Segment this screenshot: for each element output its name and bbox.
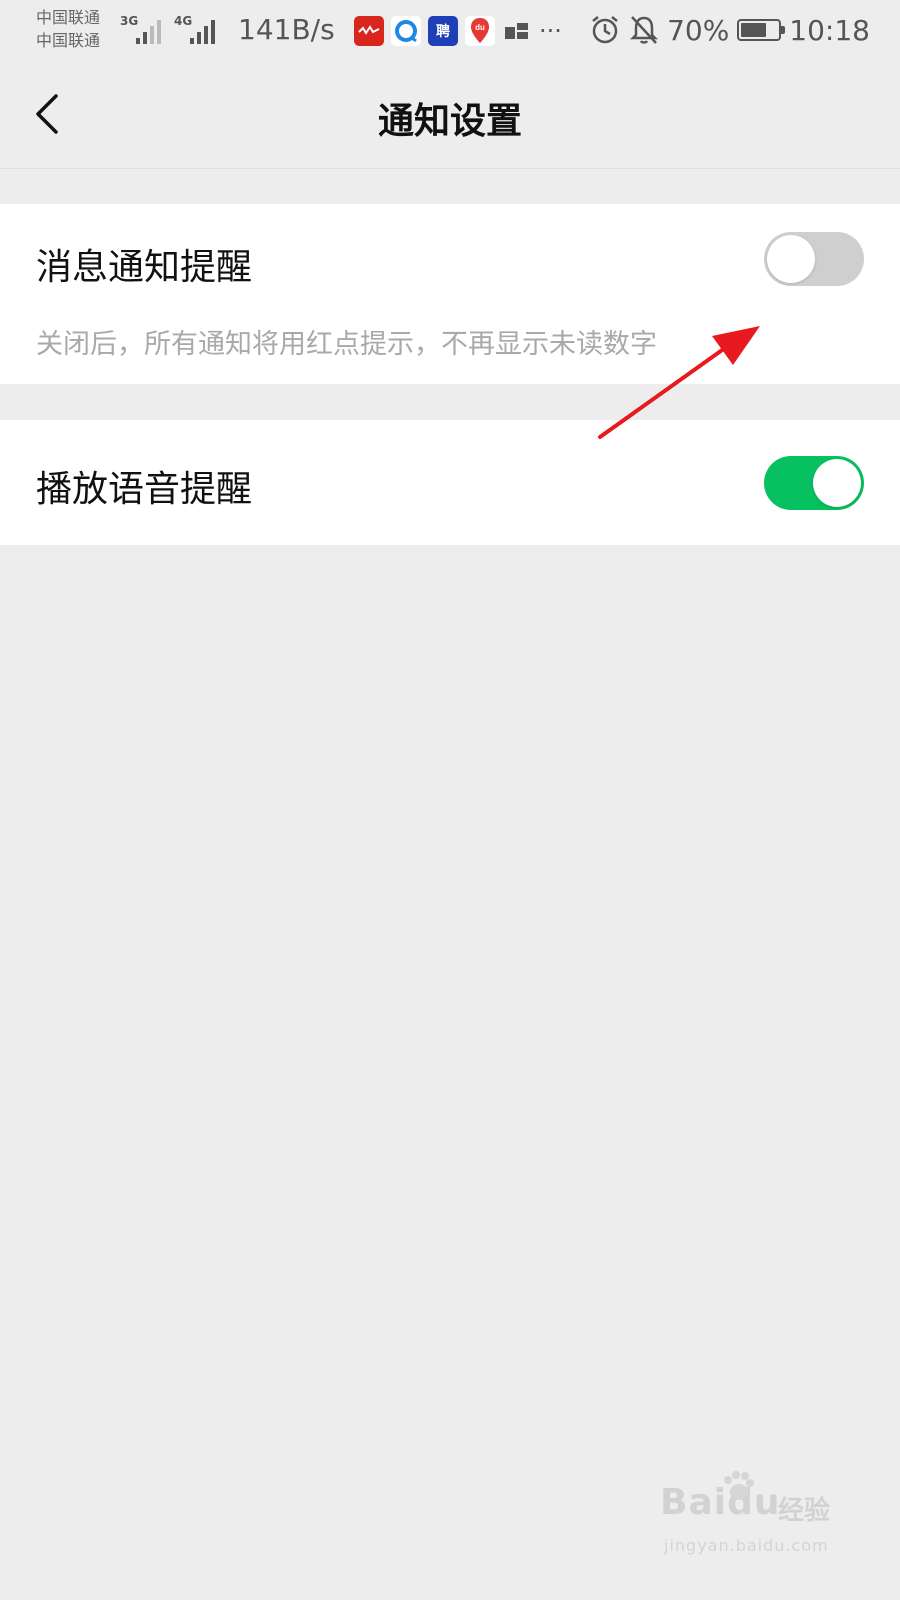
message-notification-toggle[interactable] (764, 232, 864, 286)
page-title: 通知设置 (377, 101, 522, 142)
battery-icon (737, 19, 786, 41)
watermark-sub: 经验 (778, 1496, 831, 1526)
maps-app-icon: du (465, 16, 495, 46)
nav-header: 通知设置 (0, 62, 900, 169)
carrier-info: 中国联通 中国联通 (36, 6, 100, 52)
battery-percent: 70% (667, 13, 730, 47)
more-notifications: ··· (539, 17, 562, 45)
clock: 10:18 (789, 13, 870, 47)
status-bar: 中国联通 中国联通 3G 4G 141B/s 聘 du ··· 70% 10:1… (0, 0, 900, 62)
mute-bell-icon (630, 16, 659, 44)
message-notification-setting: 消息通知提醒 关闭后，所有通知将用红点提示，不再显示未读数字 (0, 204, 900, 384)
voice-reminder-toggle[interactable] (764, 456, 864, 510)
toggle-knob (767, 235, 815, 283)
svg-text:du: du (475, 23, 485, 32)
baidu-jingyan-watermark: Baidu 经验 jingyan.baidu.com (660, 1470, 860, 1580)
message-notification-label: 消息通知提醒 (36, 247, 253, 288)
voice-reminder-label: 播放语音提醒 (36, 469, 253, 510)
carrier-1: 中国联通 (36, 8, 101, 27)
battery-fill (741, 23, 767, 37)
toggle-knob (813, 459, 861, 507)
notification-app-icons: 聘 du ··· (354, 16, 562, 46)
alarm-icon (592, 16, 618, 44)
browser-app-icon (391, 16, 421, 46)
carrier-2: 中国联通 (36, 31, 101, 50)
network-speed: 141B/s (238, 13, 335, 46)
watermark-url: jingyan.baidu.com (664, 1536, 829, 1555)
voice-reminder-setting: 播放语音提醒 (0, 420, 900, 545)
grid-app-icon (502, 16, 532, 46)
signal-bars-icon (190, 20, 215, 44)
message-notification-description: 关闭后，所有通知将用红点提示，不再显示未读数字 (36, 329, 657, 360)
status-right: 70% 10:18 (589, 10, 870, 50)
news-app-icon (354, 16, 384, 46)
signal-bars-icon (136, 20, 161, 44)
paw-icon (724, 1471, 754, 1500)
job-app-icon: 聘 (428, 16, 458, 46)
